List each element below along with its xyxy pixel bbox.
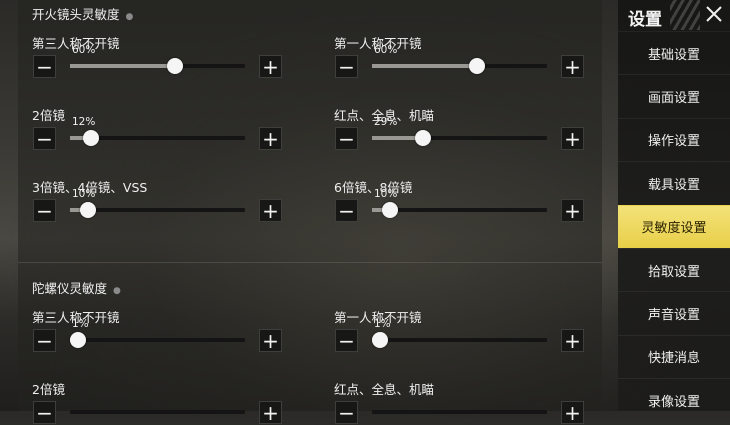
increase-button[interactable]: +	[561, 55, 584, 78]
slider-track[interactable]	[70, 58, 245, 74]
slider-value: 29%	[374, 116, 398, 128]
slider-value: 60%	[72, 44, 96, 56]
slider-handle[interactable]	[70, 332, 86, 348]
slider-handle[interactable]	[372, 332, 388, 348]
sidebar-item[interactable]: 基础设置	[618, 31, 730, 74]
sidebar-item[interactable]: 拾取设置	[618, 248, 730, 291]
section-title-gyro-sensitivity: 陀螺仪灵敏度 ●	[32, 281, 121, 296]
slider-handle[interactable]	[83, 130, 99, 146]
increase-button[interactable]: +	[561, 401, 584, 424]
slider-track[interactable]	[70, 130, 245, 146]
decrease-button[interactable]: −	[335, 329, 358, 352]
slider-fill	[372, 64, 477, 68]
decrease-button[interactable]: −	[33, 55, 56, 78]
slider-track[interactable]	[372, 332, 547, 348]
sidebar-item[interactable]: 操作设置	[618, 117, 730, 161]
slider-handle[interactable]	[414, 130, 431, 146]
slider-label: 2倍镜	[32, 108, 65, 123]
sidebar-header: 设置	[618, 0, 730, 30]
increase-button[interactable]: +	[259, 55, 282, 78]
sidebar-title: 设置	[628, 10, 662, 30]
decrease-button[interactable]: −	[335, 55, 358, 78]
section-divider	[18, 262, 602, 263]
slider-value: 12%	[72, 116, 96, 128]
increase-button[interactable]: +	[561, 127, 584, 150]
slider-track[interactable]	[372, 202, 547, 218]
sidebar-item[interactable]: 载具设置	[618, 161, 730, 204]
slider-label: 红点、全息、机瞄	[334, 382, 435, 397]
increase-button[interactable]: +	[259, 127, 282, 150]
slider-handle[interactable]	[469, 58, 485, 74]
sidebar-item[interactable]: 录像设置	[618, 378, 730, 421]
decrease-button[interactable]: −	[335, 127, 358, 150]
slider-track[interactable]	[70, 202, 245, 218]
section-title-fire-sensitivity: 开火镜头灵敏度 ●	[32, 7, 134, 22]
sidebar-item[interactable]: 画面设置	[618, 74, 730, 117]
increase-button[interactable]: +	[259, 199, 282, 222]
increase-button[interactable]: +	[561, 199, 584, 222]
slider-handle[interactable]	[79, 202, 96, 218]
increase-button[interactable]: +	[259, 401, 282, 424]
close-icon[interactable]	[704, 4, 724, 24]
decrease-button[interactable]: −	[33, 127, 56, 150]
decrease-button[interactable]: −	[33, 329, 56, 352]
increase-button[interactable]: +	[561, 329, 584, 352]
slider-value: 1%	[374, 318, 391, 330]
sidebar-item[interactable]: 快捷消息	[618, 334, 730, 378]
sidebar-item[interactable]: 灵敏度设置	[618, 204, 730, 248]
slider-value: 10%	[72, 188, 96, 200]
slider-handle[interactable]	[167, 58, 183, 74]
decrease-button[interactable]: −	[335, 401, 358, 424]
slider-value: 60%	[374, 44, 398, 56]
decrease-button[interactable]: −	[33, 199, 56, 222]
header-stripes-decoration	[670, 0, 700, 30]
decrease-button[interactable]: −	[335, 199, 358, 222]
slider-track[interactable]	[372, 130, 547, 146]
slider-label: 2倍镜	[32, 382, 65, 397]
increase-button[interactable]: +	[259, 329, 282, 352]
slider-value: 10%	[374, 188, 398, 200]
slider-track[interactable]	[372, 58, 547, 74]
slider-fill	[70, 64, 175, 68]
slider-value: 1%	[72, 318, 89, 330]
settings-sidebar: 设置 基础设置 画面设置 操作设置 载具设置 灵敏度设置 拾取设置 声音设置 快捷消息 录像设置	[618, 0, 730, 411]
decrease-button[interactable]: −	[33, 401, 56, 424]
slider-track[interactable]	[70, 332, 245, 348]
slider-handle[interactable]	[381, 202, 398, 218]
settings-panel	[18, 0, 602, 411]
sidebar-item[interactable]: 声音设置	[618, 291, 730, 334]
